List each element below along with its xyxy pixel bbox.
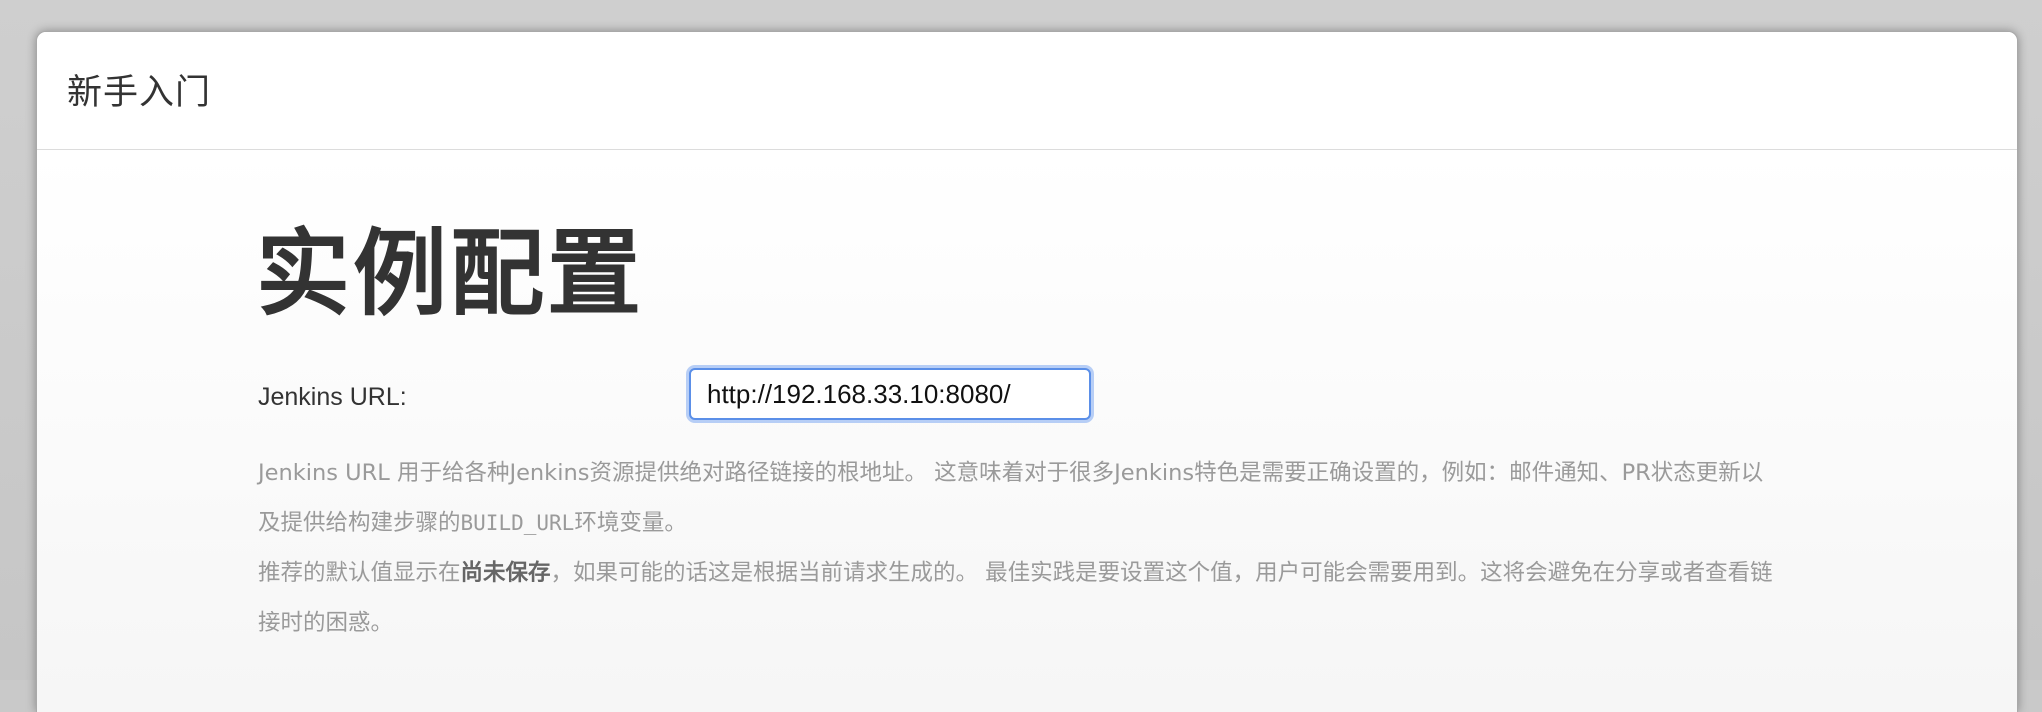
dialog-body: 实例配置 Jenkins URL: Jenkins URL 用于给各种Jenki… <box>37 150 2017 712</box>
jenkins-url-input[interactable] <box>689 368 1091 420</box>
page-title: 实例配置 <box>256 220 645 329</box>
help-text: Jenkins URL 用于给各种Jenkins资源提供绝对路径链接的根地址。 … <box>258 448 1778 648</box>
help-text-1b: 环境变量。 <box>574 510 687 536</box>
dialog-header: 新手入门 <box>37 32 2017 150</box>
help-text-2a: 推荐的默认值显示在 <box>258 560 461 586</box>
jenkins-url-label: Jenkins URL: <box>258 383 407 411</box>
build-url-code: BUILD_URL <box>460 511 575 535</box>
not-saved-emphasis: 尚未保存 <box>460 560 551 586</box>
dialog-title: 新手入门 <box>67 73 212 113</box>
help-paragraph-1: Jenkins URL 用于给各种Jenkins资源提供绝对路径链接的根地址。 … <box>258 448 1778 548</box>
setup-dialog: 新手入门 实例配置 Jenkins URL: Jenkins URL 用于给各种… <box>36 31 2018 712</box>
help-paragraph-2: 推荐的默认值显示在尚未保存，如果可能的话这是根据当前请求生成的。 最佳实践是要设… <box>258 548 1778 648</box>
